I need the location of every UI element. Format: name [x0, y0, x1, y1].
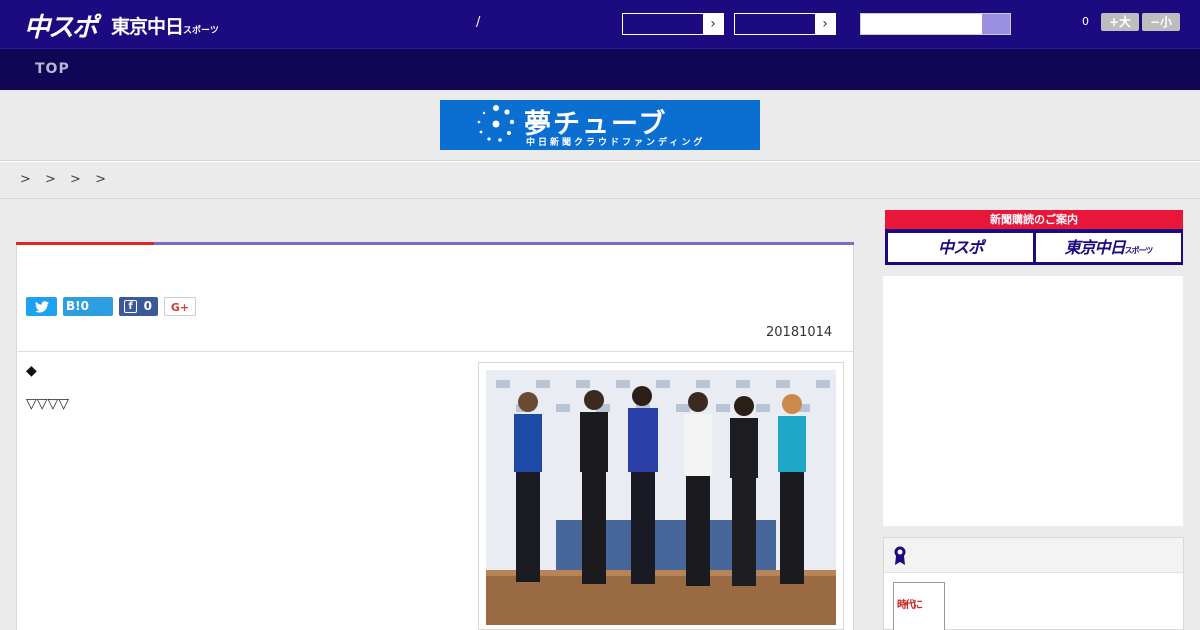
- banner-subtitle: 中日新聞クラウドファンディング: [526, 138, 706, 148]
- jidai-mark: に: [913, 600, 923, 611]
- sidebar-box-header: [884, 538, 1183, 573]
- article-top-accent: [16, 242, 154, 245]
- breadcrumb: > > > >: [0, 162, 1200, 199]
- header-select-1[interactable]: ›: [622, 13, 724, 35]
- article-date: 20181014: [766, 325, 833, 340]
- subscribe-tokyo-main: 東京中日: [1064, 238, 1126, 257]
- sidebar-ad-slot[interactable]: [883, 276, 1183, 526]
- font-size-smaller-button[interactable]: −小: [1142, 13, 1180, 31]
- subscription-banner[interactable]: 新聞購読のご案内 中スポ 東京中日スポーツ: [885, 210, 1183, 265]
- article-body-triangles: ▽▽▽▽: [26, 396, 70, 412]
- counter-text: 0: [1082, 15, 1089, 28]
- subscription-header: 新聞購読のご案内: [885, 210, 1183, 229]
- nav-item-top[interactable]: TOP: [35, 61, 70, 77]
- header-select-2[interactable]: ›: [734, 13, 836, 35]
- tokyo-logo-sub: スポーツ: [183, 26, 219, 36]
- ribbon-badge-icon: [894, 546, 906, 565]
- facebook-share-button[interactable]: f 0: [119, 297, 158, 316]
- font-size-larger-button[interactable]: +大: [1101, 13, 1139, 31]
- twitter-icon: [34, 301, 49, 313]
- chevron-right-icon: ›: [815, 14, 835, 34]
- global-nav: TOP: [0, 48, 1200, 90]
- hatena-bookmark-button[interactable]: B!0: [63, 297, 113, 316]
- site-header: 中スポ 東京中日スポーツ / › › 0 +大 −小: [0, 0, 1200, 48]
- chevron-right-icon: ›: [703, 14, 723, 34]
- banner-band: 夢チューブ 中日新聞クラウドファンディング: [0, 90, 1200, 161]
- article-top-border: [16, 242, 854, 245]
- dots-circle-icon: [477, 105, 515, 142]
- chuspo-logo[interactable]: 中スポ: [24, 7, 98, 44]
- subscribe-tokyo-sub: スポーツ: [1124, 246, 1154, 255]
- twitter-share-button[interactable]: [26, 297, 57, 316]
- facebook-icon: f: [124, 300, 137, 313]
- subscribe-chuspo-button[interactable]: 中スポ: [888, 233, 1033, 262]
- googleplus-share-button[interactable]: G+: [164, 297, 196, 316]
- jidai-text: 時代: [897, 600, 915, 611]
- search-input[interactable]: [861, 14, 983, 34]
- press-conference-photo: [486, 370, 836, 625]
- header-slash: /: [476, 15, 481, 30]
- yume-tube-banner[interactable]: 夢チューブ 中日新聞クラウドファンディング: [440, 100, 760, 150]
- article-body-diamond: ◆: [26, 363, 37, 379]
- tokyo-chunichi-logo[interactable]: 東京中日スポーツ: [111, 12, 219, 39]
- tokyo-logo-main: 東京中日: [111, 16, 184, 38]
- search-button[interactable]: [982, 14, 1010, 34]
- subscribe-tokyo-button[interactable]: 東京中日スポーツ: [1036, 233, 1181, 262]
- article-photo[interactable]: [486, 370, 836, 625]
- facebook-count: 0: [143, 299, 152, 313]
- breadcrumb-separators: > > > >: [20, 172, 111, 187]
- jidai-thumbnail[interactable]: 時代に: [893, 582, 945, 630]
- search-form: [860, 13, 1011, 35]
- article-divider: [16, 351, 854, 352]
- sidebar-ranking-box: 時代に: [883, 537, 1184, 630]
